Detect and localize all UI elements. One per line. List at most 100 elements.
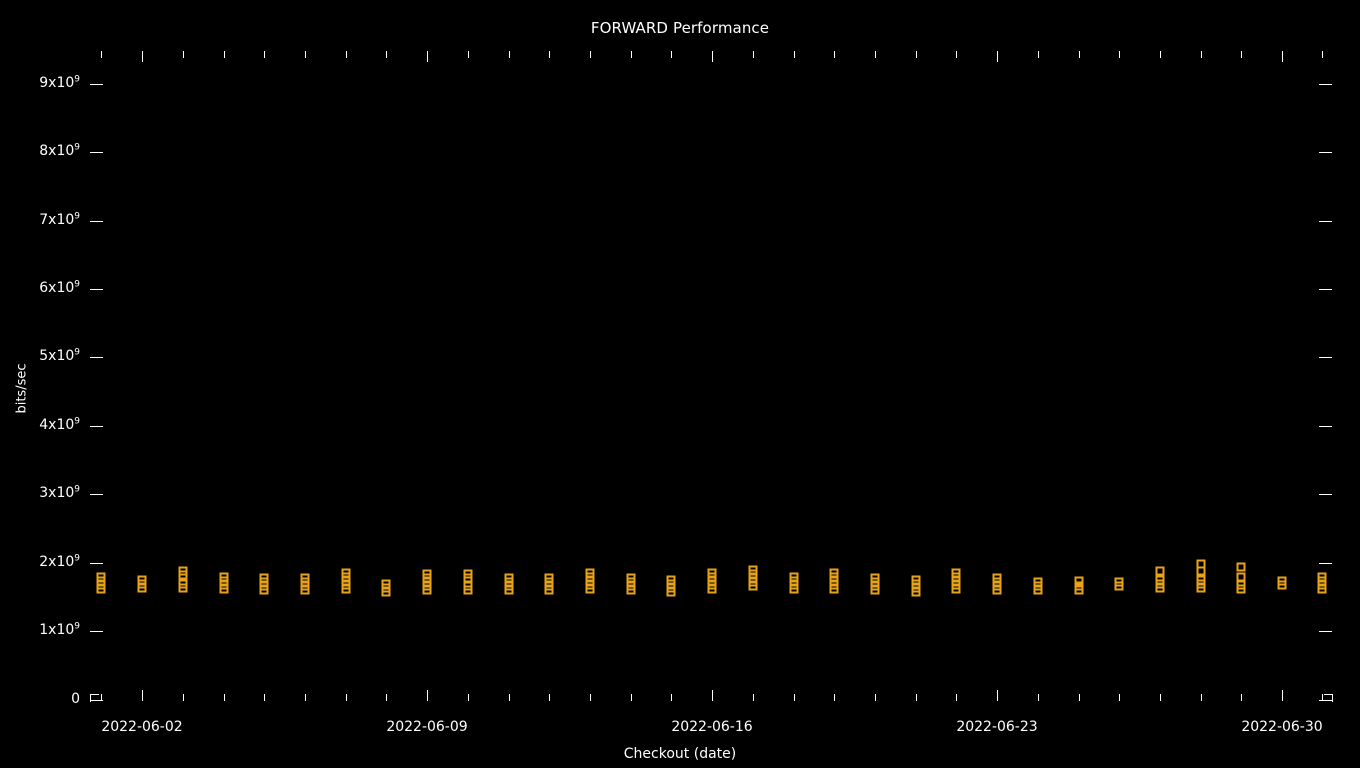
x-major-tick-bottom [142, 690, 143, 701]
x-minor-tick-bottom [834, 694, 835, 701]
x-minor-tick-bottom [346, 694, 347, 701]
data-point-marker [1317, 572, 1327, 582]
x-minor-tick-top [183, 51, 184, 58]
x-minor-tick-bottom [264, 694, 265, 701]
data-point-marker [1033, 577, 1043, 587]
y-tick-mark-right [1319, 563, 1332, 564]
x-minor-tick-bottom [1160, 694, 1161, 701]
x-major-tick-bottom [997, 690, 998, 701]
x-major-tick-top [1282, 51, 1283, 62]
data-point-marker [178, 566, 188, 576]
data-point-marker [544, 573, 554, 583]
data-point-marker [585, 568, 595, 578]
x-minor-tick-top [468, 51, 469, 58]
y-tick-label: 8x109 [39, 142, 80, 159]
y-tick-label: 9x109 [39, 74, 80, 91]
data-point-marker [1196, 575, 1206, 585]
x-minor-tick-bottom [956, 694, 957, 701]
data-point-marker [789, 572, 799, 582]
x-minor-tick-bottom [101, 694, 102, 701]
x-minor-tick-top [1079, 51, 1080, 58]
y-tick-mark-right [1319, 221, 1332, 222]
x-minor-tick-top [834, 51, 835, 58]
data-point-marker [1074, 576, 1084, 586]
x-minor-tick-top [753, 51, 754, 58]
data-point-marker [96, 572, 106, 582]
data-point-marker [1155, 575, 1165, 585]
data-point-marker [1196, 559, 1206, 569]
y-tick-mark-right [1319, 426, 1332, 427]
x-minor-tick-bottom [305, 694, 306, 701]
x-minor-tick-bottom [631, 694, 632, 701]
y-axis-label-container: bits/sec [0, 0, 1360, 768]
data-point-marker [259, 573, 269, 583]
x-minor-tick-bottom [1322, 694, 1323, 701]
x-minor-tick-bottom [183, 694, 184, 701]
x-minor-tick-top [509, 51, 510, 58]
x-minor-tick-top [346, 51, 347, 58]
y-tick-mark-left [90, 84, 103, 85]
x-minor-tick-top [916, 51, 917, 58]
x-tick-label: 2022-06-09 [386, 719, 468, 735]
x-minor-tick-top [1038, 51, 1039, 58]
y-tick-mark-right [1319, 84, 1332, 85]
x-minor-tick-bottom [468, 694, 469, 701]
x-minor-tick-top [224, 51, 225, 58]
x-minor-tick-top [1160, 51, 1161, 58]
y-tick-mark-left [90, 563, 103, 564]
x-minor-tick-bottom [753, 694, 754, 701]
x-minor-tick-top [264, 51, 265, 58]
x-minor-tick-top [1201, 51, 1202, 58]
y-tick-label: 2x109 [39, 553, 80, 570]
x-minor-tick-bottom [875, 694, 876, 701]
axis-corner-bottom-right [1324, 694, 1333, 702]
data-point-marker [1277, 576, 1287, 586]
x-minor-tick-top [671, 51, 672, 58]
y-tick-mark-left [90, 494, 103, 495]
x-minor-tick-bottom [224, 694, 225, 701]
x-minor-tick-top [549, 51, 550, 58]
x-minor-tick-top [875, 51, 876, 58]
data-point-marker [626, 573, 636, 583]
y-tick-mark-left [90, 426, 103, 427]
y-tick-label: 1x109 [39, 621, 80, 638]
x-major-tick-top [142, 51, 143, 62]
x-tick-label: 2022-06-23 [956, 719, 1038, 735]
data-point-marker [463, 569, 473, 579]
axis-corner-bottom-left [90, 694, 99, 702]
data-point-marker [137, 575, 147, 585]
y-tick-mark-left [90, 221, 103, 222]
data-point-marker [911, 575, 921, 585]
y-tick-mark-right [1319, 631, 1332, 632]
data-point-marker [381, 579, 391, 589]
x-minor-tick-bottom [671, 694, 672, 701]
x-minor-tick-top [1241, 51, 1242, 58]
y-tick-mark-right [1319, 152, 1332, 153]
data-point-marker [707, 568, 717, 578]
x-minor-tick-bottom [1079, 694, 1080, 701]
data-point-marker [422, 569, 432, 579]
data-point-marker [219, 572, 229, 582]
data-point-marker [341, 568, 351, 578]
x-minor-tick-bottom [549, 694, 550, 701]
y-tick-label: 3x109 [39, 484, 80, 501]
x-tick-label: 2022-06-16 [671, 719, 753, 735]
x-minor-tick-top [101, 51, 102, 58]
x-major-tick-bottom [427, 690, 428, 701]
x-minor-tick-bottom [1241, 694, 1242, 701]
y-tick-label: 5x109 [39, 347, 80, 364]
data-point-marker [1236, 580, 1246, 590]
chart-canvas: FORWARD Performance bits/sec Checkout (d… [0, 0, 1360, 768]
data-point-marker [178, 579, 188, 589]
x-minor-tick-bottom [386, 694, 387, 701]
data-point-marker [463, 581, 473, 591]
data-point-marker [870, 573, 880, 583]
data-point-marker [666, 575, 676, 585]
x-minor-tick-top [1119, 51, 1120, 58]
x-minor-tick-bottom [794, 694, 795, 701]
x-minor-tick-top [590, 51, 591, 58]
x-minor-tick-bottom [1201, 694, 1202, 701]
y-tick-mark-right [1319, 289, 1332, 290]
data-point-marker [1236, 572, 1246, 582]
data-point-marker [504, 573, 514, 583]
